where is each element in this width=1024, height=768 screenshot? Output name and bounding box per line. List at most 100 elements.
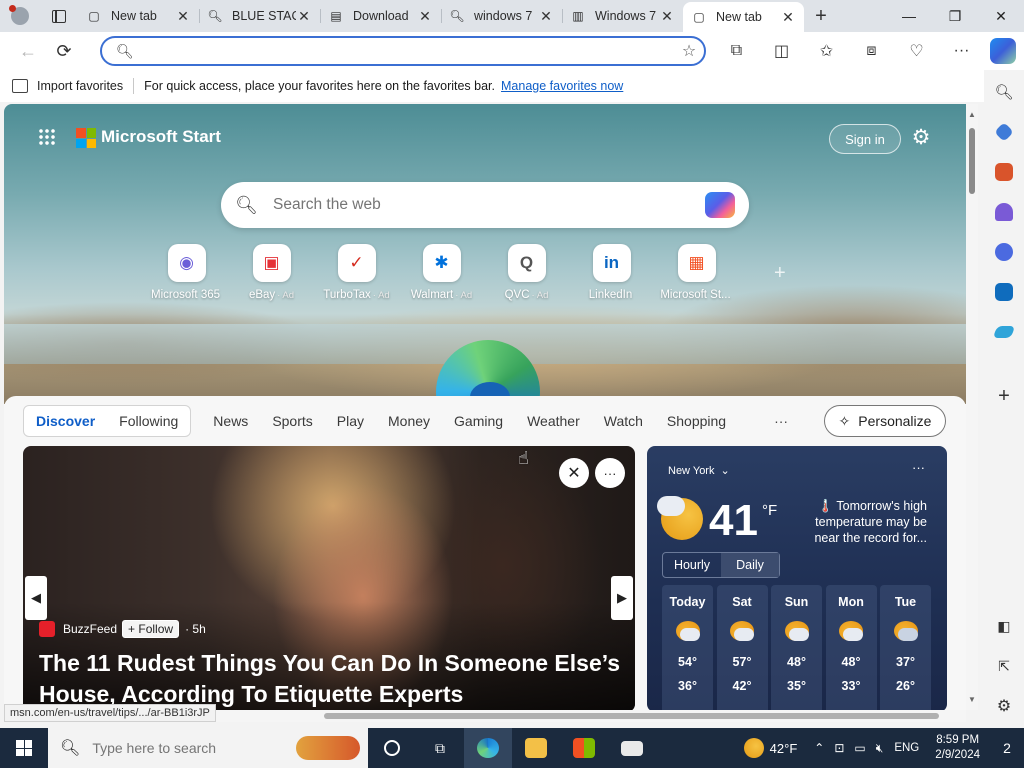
feed-tab-watch[interactable]: Watch (592, 413, 655, 429)
scroll-thumb[interactable] (969, 128, 975, 194)
taskbar-search[interactable]: 🔍︎ (48, 728, 368, 768)
sidebar-add-icon[interactable]: + (984, 376, 1024, 416)
forecast-day[interactable]: Today 54° 36° (662, 585, 713, 710)
forecast-day[interactable]: Sat 57° 42° (716, 585, 768, 710)
article-more-options-button[interactable]: ··· (595, 458, 625, 488)
brand-title[interactable]: Microsoft Start (101, 127, 221, 147)
chevron-up-icon[interactable]: ⌃ (814, 741, 824, 755)
taskbar-search-input[interactable] (92, 740, 283, 756)
feed-tab-news[interactable]: News (201, 413, 260, 429)
follow-button[interactable]: + Follow (122, 620, 180, 638)
sidebar-m365-icon[interactable] (984, 232, 1024, 272)
collections-icon[interactable]: ⧈ (849, 35, 894, 67)
start-button[interactable] (0, 728, 48, 768)
favorite-star-icon[interactable]: ☆ (674, 41, 704, 61)
sidebar-open-external-icon[interactable]: ⇱ (984, 646, 1024, 686)
close-tab-icon[interactable]: ✕ (538, 8, 554, 25)
temperature-unit[interactable]: °F (762, 502, 777, 519)
sidebar-settings-icon[interactable]: ⚙ (984, 686, 1024, 726)
feed-tab-weather[interactable]: Weather (515, 413, 592, 429)
quick-link[interactable]: ◉ Microsoft 365 (144, 244, 229, 301)
feed-tab-money[interactable]: Money (376, 413, 442, 429)
volume-muted-icon[interactable]: 🔇︎ (876, 741, 884, 756)
minimize-button[interactable]: — (886, 0, 932, 32)
sidebar-tools-icon[interactable] (984, 152, 1024, 192)
scroll-thumb[interactable] (324, 713, 939, 719)
copilot-icon[interactable] (990, 38, 1016, 64)
close-window-button[interactable]: ✕ (978, 0, 1024, 32)
quick-link[interactable]: ▣ eBay · Ad (229, 244, 314, 301)
address-bar[interactable]: 🔍︎ ☆ (100, 36, 706, 66)
extensions-icon[interactable]: ⧉ (714, 35, 759, 67)
page-settings-icon[interactable]: ⚙ (909, 126, 933, 150)
tab-discover[interactable]: Discover (24, 413, 107, 429)
battery-icon[interactable]: ▭ (854, 741, 865, 755)
edge-taskbar-icon[interactable] (464, 728, 512, 768)
daily-tab[interactable]: Daily (721, 553, 779, 577)
weather-more-icon[interactable]: ··· (912, 460, 925, 475)
article-headline[interactable]: The 11 Rudest Things You Can Do In Someo… (39, 648, 624, 710)
more-menu-icon[interactable]: ··· (939, 35, 984, 67)
featured-article-card[interactable]: ◀ ▶ ✕ ··· BuzzFeed + Follow · 5h The 11 … (23, 446, 635, 710)
split-screen-icon[interactable]: ◫ (759, 35, 804, 67)
feed-tab-gaming[interactable]: Gaming (442, 413, 515, 429)
sidebar-shopping-icon[interactable] (984, 112, 1024, 152)
web-search-input[interactable] (273, 196, 705, 214)
forecast-day[interactable]: Tue 37° 26° (880, 585, 931, 710)
previous-slide-button[interactable]: ◀ (25, 576, 47, 620)
microsoft-store-icon[interactable] (560, 728, 608, 768)
feed-tab-sports[interactable]: Sports (260, 413, 324, 429)
quick-link[interactable]: ▦ Microsoft St... (654, 244, 739, 301)
quick-link[interactable]: ✓ TurboTax · Ad (314, 244, 399, 301)
tab-5[interactable]: ▢ New tab ✕ (683, 2, 804, 32)
back-button[interactable]: ← (10, 35, 46, 67)
tab-0[interactable]: ▢ New tab ✕ (78, 0, 199, 32)
article-source-name[interactable]: BuzzFeed (63, 622, 117, 636)
search-highlight-icon[interactable] (296, 736, 360, 760)
sidebar-outlook-icon[interactable] (984, 272, 1024, 312)
import-favorites-button[interactable]: Import favorites (12, 79, 123, 93)
clock[interactable]: 8:59 PM 2/9/2024 (935, 733, 980, 763)
hourly-tab[interactable]: Hourly (663, 553, 721, 577)
notifications-icon[interactable]: 2 (990, 728, 1024, 768)
apps-launcher-icon[interactable] (38, 128, 56, 146)
vertical-scrollbar[interactable]: ▲ ▼ (966, 104, 978, 710)
quick-link[interactable]: in LinkedIn (569, 244, 654, 301)
tab-actions-icon[interactable] (40, 9, 78, 23)
add-quick-link-icon[interactable]: + (774, 262, 786, 285)
copilot-icon[interactable] (705, 192, 735, 218)
close-tab-icon[interactable]: ✕ (417, 8, 433, 25)
quick-link[interactable]: ✱ Walmart · Ad (399, 244, 484, 301)
input-language[interactable]: ENG (894, 742, 919, 754)
weather-location[interactable]: New York ⌄ (662, 462, 730, 477)
tab-1[interactable]: 🔍︎ BLUE STACKS✕ (199, 0, 320, 32)
tab-2[interactable]: ▤ Download ✕ (320, 0, 441, 32)
forecast-day[interactable]: Sun 48° 35° (771, 585, 822, 710)
task-view-icon[interactable]: ⧉ (416, 728, 464, 768)
network-icon[interactable]: ⊡ (834, 741, 844, 755)
weather-alert[interactable]: 🌡️ Tomorrow's high temperature may be ne… (799, 498, 927, 546)
browser-essentials-icon[interactable]: ♡ (894, 35, 939, 67)
tab-4[interactable]: ▥ Windows 7 ✕ (562, 0, 683, 32)
web-search-box[interactable]: 🔍︎ (221, 182, 749, 228)
tab-following[interactable]: Following (107, 413, 190, 429)
sidebar-drop-icon[interactable] (984, 312, 1024, 352)
maximize-button[interactable]: ❐ (932, 0, 978, 32)
feed-tab-play[interactable]: Play (325, 413, 376, 429)
dismiss-article-button[interactable]: ✕ (559, 458, 589, 488)
feed-tab-shopping[interactable]: Shopping (655, 413, 738, 429)
sign-in-button[interactable]: Sign in (829, 124, 901, 154)
personalize-button[interactable]: ✧ Personalize (824, 405, 946, 437)
quick-link[interactable]: Q QVC · Ad (484, 244, 569, 301)
sidebar-search-icon[interactable]: 🔍︎ (984, 72, 1024, 112)
close-tab-icon[interactable]: ✕ (175, 8, 191, 25)
sidebar-games-icon[interactable] (984, 192, 1024, 232)
refresh-button[interactable]: ⟳ (46, 35, 82, 67)
forecast-day[interactable]: Mon 48° 33° (825, 585, 877, 710)
favorites-icon[interactable]: ✩ (804, 35, 849, 67)
sidebar-hide-icon[interactable]: ◧ (984, 606, 1024, 646)
close-tab-icon[interactable]: ✕ (659, 8, 675, 25)
close-tab-icon[interactable]: ✕ (296, 8, 312, 25)
cortana-icon[interactable] (368, 728, 416, 768)
address-input[interactable] (139, 43, 674, 59)
